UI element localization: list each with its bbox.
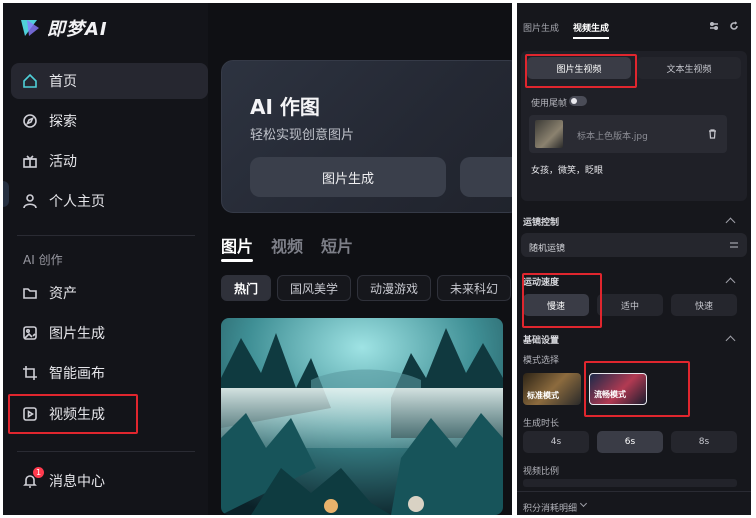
nav-item-home[interactable]: 首页 [11, 63, 208, 99]
nav-item-smart-canvas[interactable]: 智能画布 [11, 355, 208, 391]
chip-hot[interactable]: 热门 [221, 275, 272, 301]
divider [17, 451, 195, 452]
model-select-label: 模式选择 [523, 356, 560, 366]
gift-icon [11, 153, 49, 169]
prompt-text[interactable]: 女孩，微笑，眨眼 [531, 163, 603, 176]
tab-videos[interactable]: 视频 [271, 233, 303, 257]
duration-6s[interactable]: 6s [597, 431, 663, 453]
speed-medium[interactable]: 适中 [597, 294, 663, 316]
model-standard-label: 标准模式 [527, 391, 559, 400]
ratio-options-row[interactable] [523, 479, 737, 487]
duration-label: 生成时长 [523, 419, 560, 429]
sidebar: 即梦AI 首页 探索 活动 个人主页 AI 创作 资产 图片生成 智能画布 视频… [3, 3, 208, 515]
divider [17, 235, 195, 236]
hero-title: AI 作图 [250, 95, 320, 119]
camera-control-select[interactable]: 随机运镜 [521, 233, 747, 257]
nav-item-profile[interactable]: 个人主页 [11, 183, 208, 219]
nav-label: 探索 [49, 114, 77, 130]
camera-control-label: 运镜控制 [523, 218, 560, 228]
nav-item-assets[interactable]: 资产 [11, 275, 208, 311]
use-last-frame-toggle[interactable] [569, 96, 587, 106]
tab-images[interactable]: 图片 [221, 233, 254, 262]
nav-label: 消息中心 [49, 474, 105, 490]
image-gen-icon [11, 325, 49, 341]
use-last-frame-label: 使用尾帧 [531, 99, 568, 109]
nav-label: 首页 [49, 74, 77, 90]
nav-label: 视频生成 [49, 407, 105, 423]
folder-icon [11, 285, 49, 301]
chevron-up-icon[interactable] [725, 217, 736, 228]
divider [517, 491, 751, 492]
nav-label: 活动 [49, 154, 77, 170]
mode-tab-image-to-video[interactable]: 图片生视频 [527, 57, 631, 79]
mode-tab-text-to-video[interactable]: 文本生视频 [637, 57, 741, 79]
nav-label: 智能画布 [49, 366, 105, 382]
chip-scifi[interactable]: 未来科幻 [437, 275, 512, 301]
section-label-ai-create: AI 创作 [23, 253, 63, 267]
home-icon [11, 73, 49, 89]
refresh-icon[interactable] [729, 21, 739, 31]
adjust-icon [730, 242, 738, 248]
chevron-up-icon[interactable] [725, 335, 736, 346]
input-card: 图片生视频 文本生视频 使用尾帧 标本上色版本.jpg 女孩，微笑，眨眼 [521, 51, 747, 201]
category-chips: 热门 国风美学 动漫游戏 未来科幻 [221, 275, 512, 301]
speed-slow[interactable]: 慢速 [523, 294, 589, 316]
trash-icon[interactable] [708, 129, 717, 139]
tab-shorts[interactable]: 短片 [321, 233, 353, 257]
model-standard[interactable]: 标准模式 [523, 373, 581, 405]
sliders-icon[interactable] [709, 21, 719, 31]
tab-image-generation[interactable]: 图片生成 [523, 21, 559, 34]
compass-icon [11, 113, 49, 129]
nav-item-explore[interactable]: 探索 [11, 103, 208, 139]
landscape-painting-image [221, 318, 503, 515]
hero-secondary-button[interactable] [460, 157, 512, 197]
right-screenshot: 图片生成 视频生成 图片生视频 文本生视频 使用尾帧 标本上色版本.jpg 女孩… [517, 3, 751, 515]
speed-fast[interactable]: 快速 [671, 294, 737, 316]
uploaded-image-thumbnail [535, 120, 563, 148]
ratio-label: 视频比例 [523, 467, 560, 477]
featured-artwork[interactable] [221, 318, 503, 515]
chevron-down-icon[interactable] [579, 499, 588, 508]
nav-label: 图片生成 [49, 326, 105, 342]
nav-item-messages[interactable]: 1 消息中心 [11, 463, 208, 499]
collapse-handle[interactable] [3, 181, 9, 207]
brand-name: 即梦AI [47, 19, 108, 40]
content-tabs: 图片 视频 短片 [221, 233, 353, 262]
nav-label: 个人主页 [49, 194, 105, 210]
generator-tabs: 图片生成 视频生成 [523, 21, 610, 39]
brand-logo[interactable]: 即梦AI [17, 15, 108, 41]
toolbar [709, 21, 739, 31]
duration-8s[interactable]: 8s [671, 431, 737, 453]
credits-detail-link[interactable]: 积分消耗明细 [523, 501, 577, 514]
nav-item-image-gen[interactable]: 图片生成 [11, 315, 208, 351]
tab-video-generation[interactable]: 视频生成 [573, 21, 610, 39]
chevron-up-icon[interactable] [725, 277, 736, 288]
user-icon [11, 193, 49, 209]
nav-item-activity[interactable]: 活动 [11, 143, 208, 179]
basic-settings-label: 基础设置 [523, 336, 560, 346]
dreamina-logo-icon [21, 20, 39, 36]
model-smooth-label: 流畅模式 [594, 390, 626, 399]
motion-speed-label: 运动速度 [523, 278, 560, 288]
hero-card: AI 作图 轻松实现创意图片 图片生成 [221, 60, 512, 213]
bell-icon: 1 [11, 467, 49, 489]
video-gen-icon [11, 406, 49, 422]
model-smooth[interactable]: 流畅模式 [589, 373, 647, 405]
hero-subtitle: 轻松实现创意图片 [250, 128, 355, 143]
nav-item-video-gen[interactable]: 视频生成 [11, 396, 208, 432]
camera-control-value: 随机运镜 [529, 244, 566, 254]
chip-anime-games[interactable]: 动漫游戏 [357, 275, 432, 301]
nav-label: 资产 [49, 286, 77, 302]
notification-badge: 1 [33, 467, 44, 478]
canvas-crop-icon [11, 365, 49, 381]
uploaded-file-row[interactable]: 标本上色版本.jpg [529, 115, 727, 153]
left-screenshot: 即梦AI 首页 探索 活动 个人主页 AI 创作 资产 图片生成 智能画布 视频… [3, 3, 512, 515]
hero-image-gen-button[interactable]: 图片生成 [250, 157, 446, 197]
duration-4s[interactable]: 4s [523, 431, 589, 453]
chip-guofeng[interactable]: 国风美学 [277, 275, 352, 301]
file-name: 标本上色版本.jpg [577, 132, 648, 142]
